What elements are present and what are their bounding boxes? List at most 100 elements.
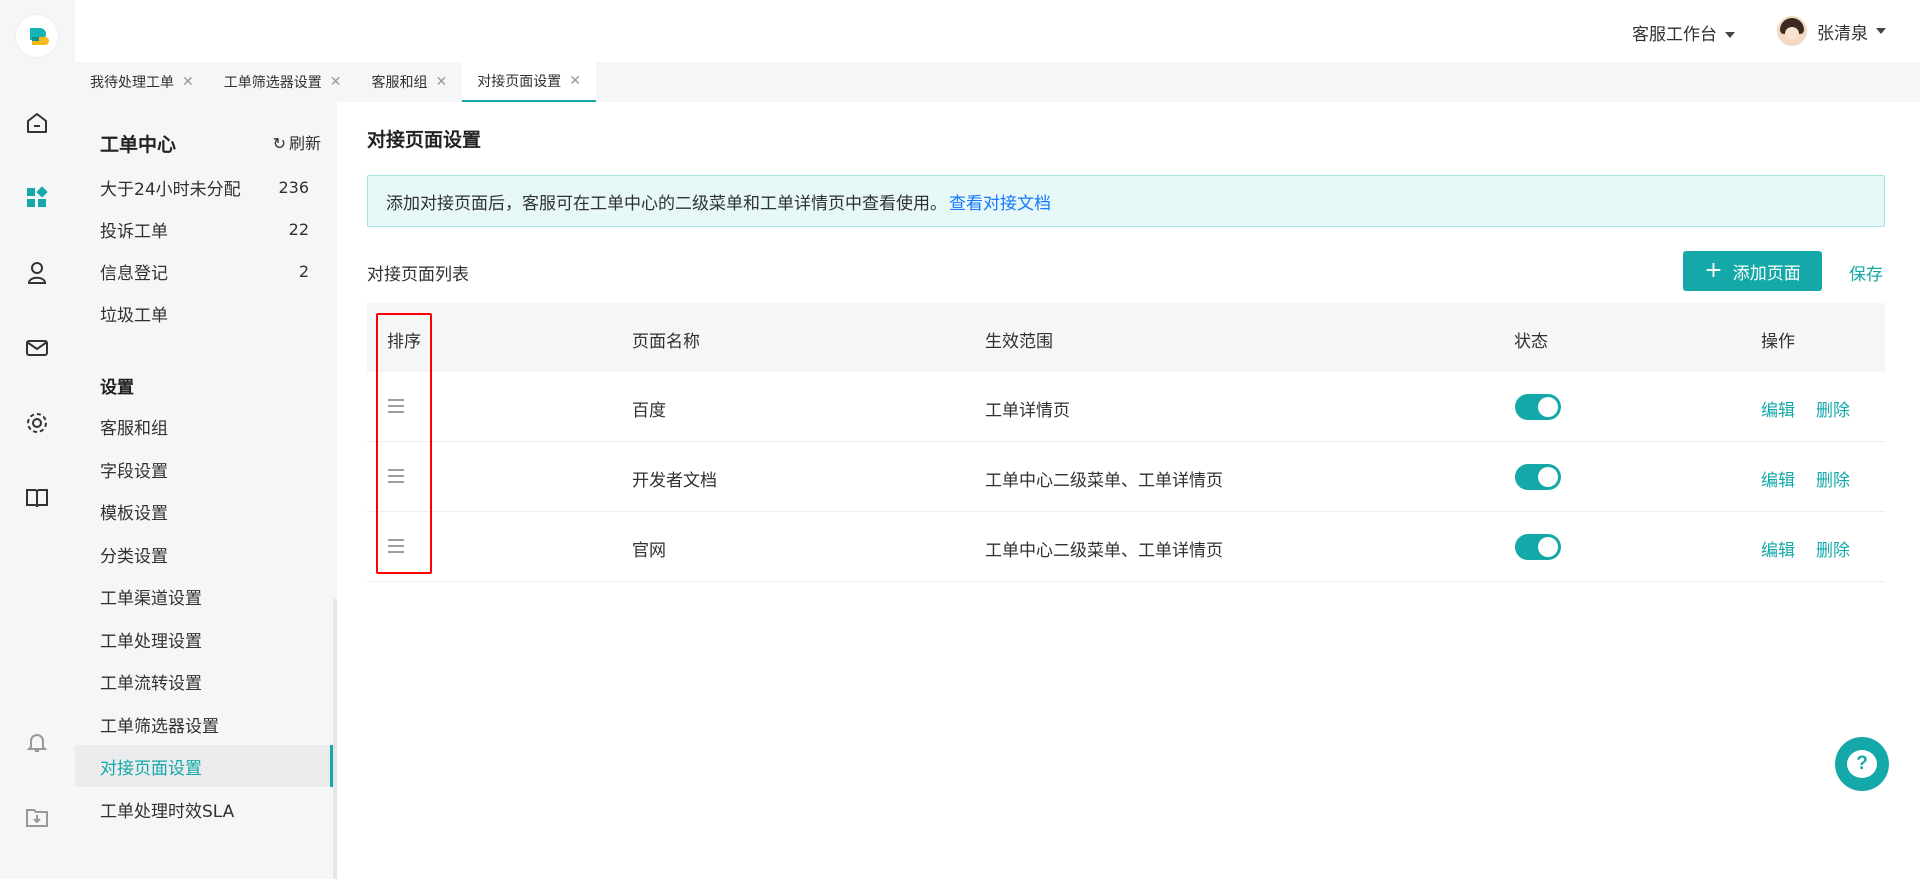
help-button[interactable]: ? bbox=[1835, 737, 1889, 791]
help-icon: ? bbox=[1847, 750, 1877, 778]
settings-item-integration-pages[interactable]: 对接页面设置 bbox=[75, 745, 333, 787]
page-scope: 工单详情页 bbox=[985, 401, 1070, 421]
settings-label: 对接页面设置 bbox=[100, 758, 202, 779]
settings-item-filters[interactable]: 工单筛选器设置 bbox=[75, 703, 333, 745]
tab-label: 我待处理工单 bbox=[90, 75, 174, 91]
delete-button[interactable]: 删除 bbox=[1816, 536, 1850, 561]
status-toggle[interactable] bbox=[1515, 394, 1561, 420]
view-count: 236 bbox=[278, 177, 309, 197]
refresh-icon: ↻ bbox=[272, 134, 286, 153]
view-item-complaints[interactable]: 投诉工单 22 bbox=[75, 208, 333, 250]
column-header-actions: 操作 bbox=[1761, 332, 1795, 352]
customer-icon[interactable] bbox=[22, 258, 52, 288]
workbench-dropdown[interactable]: 客服工作台 bbox=[1632, 20, 1735, 45]
view-count: 2 bbox=[298, 261, 309, 281]
view-label: 信息登记 bbox=[100, 263, 168, 284]
add-page-button[interactable]: + 添加页面 bbox=[1683, 251, 1822, 291]
settings-item-templates[interactable]: 模板设置 bbox=[75, 490, 333, 532]
table-row: 百度 工单详情页 编辑 删除 bbox=[367, 372, 1885, 442]
settings-label: 工单处理时效SLA bbox=[100, 801, 235, 822]
settings-label: 客服和组 bbox=[100, 418, 168, 439]
pages-table: 排序 页面名称 生效范围 状态 操作 百度 工单详情页 编辑 删除 开发者文档 … bbox=[367, 303, 1885, 582]
close-icon[interactable]: ✕ bbox=[330, 74, 342, 90]
chevron-down-icon bbox=[1876, 28, 1886, 34]
avatar bbox=[1777, 16, 1807, 46]
tab-integration-pages[interactable]: 对接页面设置 ✕ bbox=[462, 62, 596, 102]
view-docs-link[interactable]: 查看对接文档 bbox=[949, 189, 1051, 214]
status-toggle[interactable] bbox=[1515, 534, 1561, 560]
edit-button[interactable]: 编辑 bbox=[1761, 536, 1795, 561]
book-icon[interactable] bbox=[22, 483, 52, 513]
drag-handle-icon[interactable] bbox=[388, 469, 404, 483]
page-scope: 工单中心二级菜单、工单详情页 bbox=[985, 541, 1223, 561]
table-row: 开发者文档 工单中心二级菜单、工单详情页 编辑 删除 bbox=[367, 442, 1885, 512]
save-button[interactable]: 保存 bbox=[1849, 260, 1883, 285]
close-icon[interactable]: ✕ bbox=[182, 74, 194, 90]
settings-item-processing[interactable]: 工单处理设置 bbox=[75, 618, 333, 660]
settings-gear-icon[interactable] bbox=[22, 408, 52, 438]
edit-button[interactable]: 编辑 bbox=[1761, 466, 1795, 491]
page-title: 对接页面设置 bbox=[367, 129, 482, 151]
list-title: 对接页面列表 bbox=[367, 265, 469, 285]
home-icon[interactable] bbox=[22, 108, 52, 138]
tab-filter-settings[interactable]: 工单筛选器设置 ✕ bbox=[209, 62, 357, 102]
tab-label: 客服和组 bbox=[371, 75, 428, 91]
page-name: 百度 bbox=[632, 401, 666, 421]
settings-label: 工单渠道设置 bbox=[100, 588, 202, 609]
close-icon[interactable]: ✕ bbox=[435, 74, 447, 90]
download-folder-icon[interactable] bbox=[22, 802, 52, 832]
edit-button[interactable]: 编辑 bbox=[1761, 396, 1795, 421]
plus-icon: + bbox=[1704, 258, 1723, 283]
workorder-grid-icon[interactable] bbox=[22, 183, 52, 213]
settings-item-categories[interactable]: 分类设置 bbox=[75, 533, 333, 575]
page-scope: 工单中心二级菜单、工单详情页 bbox=[985, 471, 1223, 491]
settings-item-sla[interactable]: 工单处理时效SLA bbox=[75, 788, 333, 830]
tab-label: 对接页面设置 bbox=[477, 74, 562, 90]
settings-item-transfer[interactable]: 工单流转设置 bbox=[75, 660, 333, 702]
user-menu[interactable]: 张清泉 bbox=[1777, 14, 1886, 48]
status-toggle[interactable] bbox=[1515, 464, 1561, 490]
delete-button[interactable]: 删除 bbox=[1816, 466, 1850, 491]
view-label: 垃圾工单 bbox=[100, 305, 168, 326]
bell-icon[interactable] bbox=[22, 727, 52, 757]
delete-button[interactable]: 删除 bbox=[1816, 396, 1850, 421]
refresh-button[interactable]: ↻ 刷新 bbox=[273, 130, 321, 154]
column-header-scope: 生效范围 bbox=[985, 332, 1053, 352]
view-label: 大于24小时未分配 bbox=[100, 179, 241, 200]
mail-icon[interactable] bbox=[22, 333, 52, 363]
settings-label: 模板设置 bbox=[100, 503, 168, 524]
page-name: 官网 bbox=[632, 541, 666, 561]
tab-agents-groups[interactable]: 客服和组 ✕ bbox=[356, 62, 462, 102]
tab-label: 工单筛选器设置 bbox=[223, 75, 322, 91]
tab-my-pending[interactable]: 我待处理工单 ✕ bbox=[75, 62, 209, 102]
view-label: 投诉工单 bbox=[100, 221, 168, 242]
settings-item-fields[interactable]: 字段设置 bbox=[75, 448, 333, 490]
chevron-down-icon bbox=[1725, 32, 1735, 38]
view-item-unassigned[interactable]: 大于24小时未分配 236 bbox=[75, 166, 333, 208]
view-item-spam[interactable]: 垃圾工单 bbox=[75, 292, 333, 334]
drag-handle-icon[interactable] bbox=[388, 399, 404, 413]
settings-item-channels[interactable]: 工单渠道设置 bbox=[75, 575, 333, 617]
view-count: 22 bbox=[288, 219, 309, 239]
page-tabs: 我待处理工单 ✕ 工单筛选器设置 ✕ 客服和组 ✕ 对接页面设置 ✕ bbox=[75, 62, 1920, 102]
page-name: 开发者文档 bbox=[632, 471, 717, 491]
info-notice: 添加对接页面后，客服可在工单中心的二级菜单和工单详情页中查看使用。 查看对接文档 bbox=[367, 175, 1885, 227]
refresh-label: 刷新 bbox=[288, 134, 321, 153]
column-header-name: 页面名称 bbox=[632, 332, 700, 352]
close-icon[interactable]: ✕ bbox=[569, 73, 581, 89]
add-page-label: 添加页面 bbox=[1732, 263, 1801, 284]
settings-label: 工单处理设置 bbox=[100, 631, 202, 652]
notice-text: 添加对接页面后，客服可在工单中心的二级菜单和工单详情页中查看使用。 bbox=[386, 193, 947, 214]
sub-sidebar: 工单中心 ↻ 刷新 大于24小时未分配 236 投诉工单 22 信息登记 2 垃圾工单 … bbox=[75, 102, 337, 879]
top-header: 客服工作台 张清泉 bbox=[75, 0, 1920, 62]
logo-icon bbox=[30, 28, 49, 45]
settings-item-agents-groups[interactable]: 客服和组 bbox=[75, 405, 333, 447]
column-header-status: 状态 bbox=[1514, 332, 1548, 352]
settings-section-title: 设置 bbox=[100, 378, 134, 398]
main-content: 对接页面设置 添加对接页面后，客服可在工单中心的二级菜单和工单详情页中查看使用。… bbox=[337, 102, 1920, 879]
view-item-registration[interactable]: 信息登记 2 bbox=[75, 250, 333, 292]
settings-label: 字段设置 bbox=[100, 461, 168, 482]
drag-handle-icon[interactable] bbox=[388, 539, 404, 553]
settings-label: 分类设置 bbox=[100, 546, 168, 567]
user-name: 张清泉 bbox=[1817, 23, 1868, 44]
